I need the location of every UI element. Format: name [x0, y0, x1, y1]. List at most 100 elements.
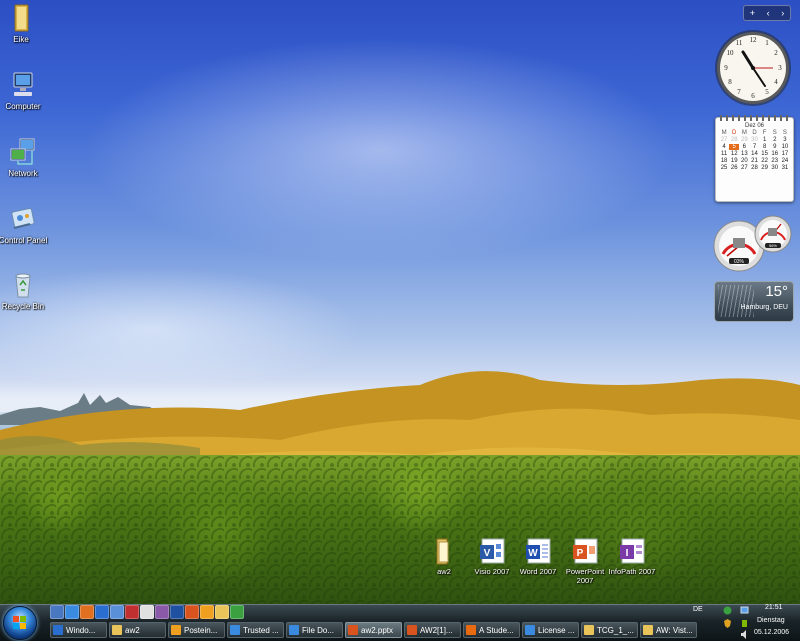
- app-icon[interactable]: [140, 605, 154, 619]
- user-folder-icon: [14, 4, 29, 32]
- desktop-item-visio[interactable]: V Visio 2007: [467, 536, 517, 576]
- clock-gadget[interactable]: 12 12 345 678 91011: [713, 28, 793, 108]
- calendar-day[interactable]: 14: [749, 151, 759, 157]
- calendar-day[interactable]: 8: [760, 144, 770, 150]
- taskbar-button[interactable]: AW: Vist...: [640, 622, 697, 638]
- taskbar-button[interactable]: Postein...: [168, 622, 225, 638]
- security-shield-icon[interactable]: [723, 619, 732, 628]
- sidebar-prev-button[interactable]: ‹: [767, 8, 770, 18]
- calendar-day[interactable]: 18: [719, 158, 729, 164]
- calendar-day[interactable]: 30: [749, 137, 759, 143]
- powerpoint-icon[interactable]: [185, 605, 199, 619]
- volume-icon[interactable]: [740, 630, 749, 639]
- svg-text:1: 1: [765, 39, 769, 47]
- taskbar-button[interactable]: Trusted ...: [227, 622, 284, 638]
- calendar-day[interactable]: 9: [770, 144, 780, 150]
- calendar-day[interactable]: 6: [739, 144, 749, 150]
- taskbar-button[interactable]: Windo...: [50, 622, 107, 638]
- taskbar-button-label: A Stude...: [479, 625, 514, 635]
- calendar-day[interactable]: 4: [719, 144, 729, 150]
- calendar-day[interactable]: 30: [770, 165, 780, 171]
- calendar-day[interactable]: 29: [760, 165, 770, 171]
- calendar-day[interactable]: 27: [739, 165, 749, 171]
- cpu-meter-gadget[interactable]: 03% 56%: [713, 212, 793, 274]
- calendar-day[interactable]: 25: [719, 165, 729, 171]
- power-icon[interactable]: [740, 619, 749, 628]
- outlook-icon[interactable]: [200, 605, 214, 619]
- desktop-item-label: PowerPoint 2007: [565, 567, 605, 585]
- calendar-day[interactable]: 5: [729, 144, 740, 150]
- tool-icon[interactable]: [155, 605, 169, 619]
- desktop-icon-eike[interactable]: Eike: [0, 3, 48, 44]
- calendar-day[interactable]: 13: [739, 151, 749, 157]
- calendar-day[interactable]: 7: [749, 144, 759, 150]
- clock-date[interactable]: 05.12.2006: [754, 629, 789, 636]
- language-indicator[interactable]: DE: [693, 606, 703, 613]
- calendar-day[interactable]: 15: [760, 151, 770, 157]
- calendar-day[interactable]: 17: [780, 151, 790, 157]
- calendar-gadget[interactable]: Dez 06 M D M D F S S 27 28 29 30 1 2 3 4 5 6 7 8 9 10…: [715, 115, 794, 202]
- desktop-item-aw2[interactable]: aw2: [419, 536, 469, 576]
- calendar-day[interactable]: 31: [780, 165, 790, 171]
- switch-windows-icon[interactable]: [95, 605, 109, 619]
- calendar-day[interactable]: 19: [729, 158, 739, 164]
- calendar-day[interactable]: 3: [780, 137, 790, 143]
- calendar-day[interactable]: 23: [770, 158, 780, 164]
- calendar-day[interactable]: 12: [729, 151, 739, 157]
- calendar-day[interactable]: 11: [719, 151, 729, 157]
- excel-icon[interactable]: [230, 605, 244, 619]
- show-desktop-icon[interactable]: [50, 605, 64, 619]
- word-icon[interactable]: [170, 605, 184, 619]
- calendar-day[interactable]: 21: [749, 158, 759, 164]
- computer-icon: [13, 72, 33, 96]
- media-icon[interactable]: [125, 605, 139, 619]
- weather-gadget[interactable]: 15° Hamburg, DEU: [714, 281, 794, 322]
- calendar-day[interactable]: 28: [749, 165, 759, 171]
- taskbar-button[interactable]: TCG_1_...: [581, 622, 638, 638]
- clock-time[interactable]: 21:51: [765, 604, 783, 611]
- desktop-icon-network[interactable]: Network: [0, 137, 50, 178]
- calendar-day[interactable]: 10: [780, 144, 790, 150]
- calendar-day[interactable]: 16: [770, 151, 780, 157]
- desktop-icon-label: Network: [8, 169, 38, 178]
- weather-temperature: 15°: [765, 283, 788, 300]
- taskbar-button[interactable]: aw2: [109, 622, 166, 638]
- desktop-item-powerpoint[interactable]: P PowerPoint 2007: [560, 536, 610, 585]
- taskbar-buttons: Windo... aw2 Postein... Trusted ... File Do.…: [50, 622, 697, 639]
- calendar-day[interactable]: 20: [739, 158, 749, 164]
- taskbar-button[interactable]: File Do...: [286, 622, 343, 638]
- calendar-day[interactable]: 28: [729, 137, 739, 143]
- internet-explorer-icon[interactable]: [65, 605, 79, 619]
- calendar-day[interactable]: 2: [770, 137, 780, 143]
- start-button[interactable]: [3, 606, 37, 640]
- desktop-item-word[interactable]: W Word 2007: [513, 536, 563, 576]
- app-icon: [584, 625, 594, 635]
- calendar-day[interactable]: 24: [780, 158, 790, 164]
- taskbar-button[interactable]: AW2[1]...: [404, 622, 461, 638]
- calendar-day[interactable]: 22: [760, 158, 770, 164]
- svg-text:5: 5: [765, 88, 769, 96]
- sidebar-next-button[interactable]: ›: [781, 8, 784, 18]
- taskbar-button[interactable]: aw2.pptx: [345, 622, 402, 638]
- calendar-weekday: D: [732, 130, 737, 136]
- explorer-icon[interactable]: [110, 605, 124, 619]
- desktop-icon-recycle-bin[interactable]: Recycle Bin: [0, 270, 50, 311]
- svg-text:4: 4: [774, 78, 778, 86]
- messenger-icon[interactable]: [723, 606, 732, 615]
- calendar-day[interactable]: 1: [760, 137, 770, 143]
- desktop-item-infopath[interactable]: I InfoPath 2007: [607, 536, 657, 576]
- clock-day[interactable]: Dienstag: [757, 617, 785, 624]
- svg-text:7: 7: [737, 88, 741, 96]
- desktop-icon-control-panel[interactable]: Control Panel: [0, 204, 50, 245]
- network-tray-icon[interactable]: [740, 606, 749, 615]
- calendar-day[interactable]: 27: [719, 137, 729, 143]
- desktop-icon-computer[interactable]: Computer: [0, 70, 50, 111]
- calendar-day[interactable]: 29: [739, 137, 749, 143]
- calendar-day[interactable]: 26: [729, 165, 739, 171]
- folder-icon[interactable]: [215, 605, 229, 619]
- taskbar-button[interactable]: License ...: [522, 622, 579, 638]
- firefox-icon[interactable]: [80, 605, 94, 619]
- desktop-item-label: aw2: [437, 567, 451, 576]
- taskbar-button[interactable]: A Stude...: [463, 622, 520, 638]
- sidebar-add-gadget-button[interactable]: +: [750, 8, 755, 18]
